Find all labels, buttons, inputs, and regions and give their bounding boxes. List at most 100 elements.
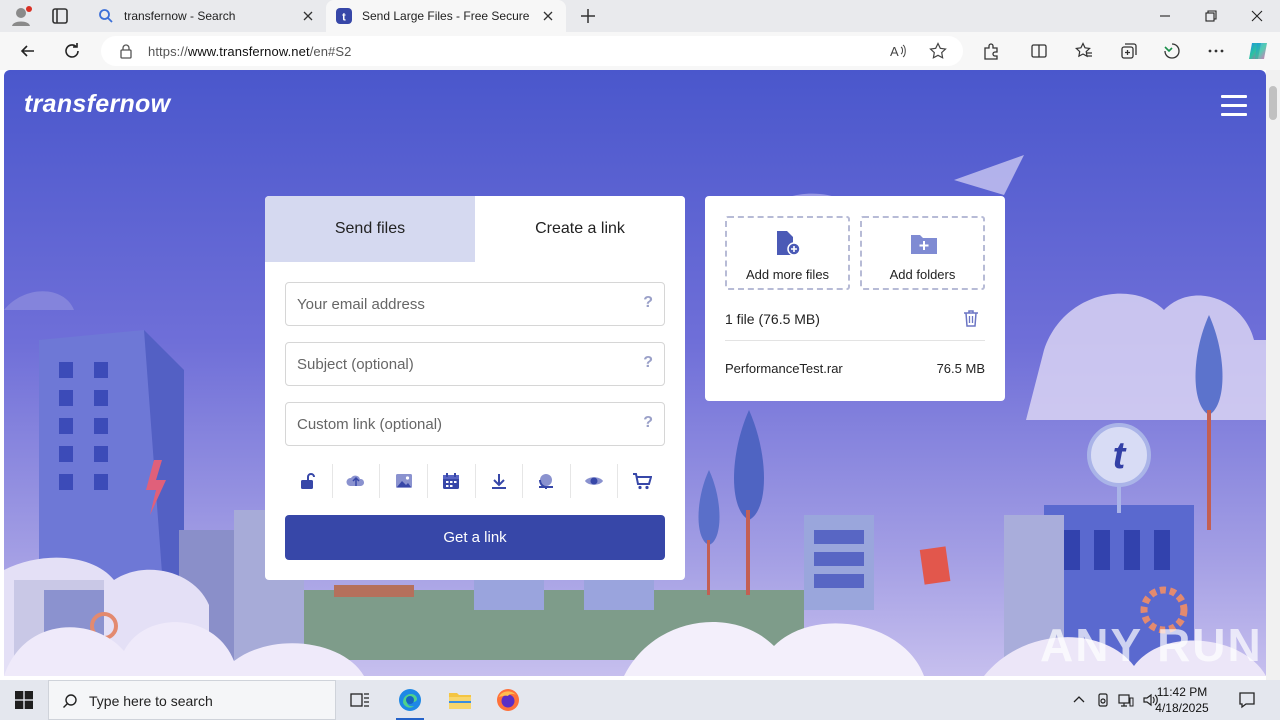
- taskbar-search-box[interactable]: Type here to search: [48, 680, 336, 720]
- show-hidden-icons-icon[interactable]: [1071, 692, 1087, 708]
- tab-label: transfernow - Search: [124, 9, 236, 23]
- firefox-icon: [497, 689, 519, 711]
- transfernow-favicon-icon: t: [336, 8, 352, 24]
- refresh-icon[interactable]: [62, 41, 82, 61]
- tab-create-link[interactable]: Create a link: [475, 196, 685, 262]
- network-icon[interactable]: [1118, 692, 1134, 708]
- notification-icon[interactable]: [1238, 691, 1256, 709]
- windows-taskbar: Type here to search 11:42 PM 4/18/2025: [0, 680, 1280, 720]
- download-limit-option[interactable]: [474, 464, 523, 498]
- divider: [725, 340, 985, 341]
- lock-icon[interactable]: [119, 43, 133, 59]
- cart-icon: [632, 473, 652, 490]
- url-bar[interactable]: https://www.transfernow.net/en#S2 A: [101, 36, 963, 66]
- eye-icon: [585, 477, 604, 485]
- add-folders-label: Add folders: [889, 267, 956, 282]
- email-field[interactable]: Your email address ?: [285, 282, 665, 326]
- favorites-icon[interactable]: [1075, 42, 1093, 60]
- subject-placeholder: Subject (optional): [297, 356, 414, 373]
- add-more-files-label: Add more files: [745, 267, 830, 282]
- more-options-icon[interactable]: [1207, 42, 1225, 60]
- add-folder-icon: [911, 235, 937, 254]
- get-link-button[interactable]: Get a link: [285, 515, 665, 560]
- search-placeholder: Type here to search: [89, 693, 213, 709]
- edge-icon: [399, 689, 421, 711]
- split-screen-icon[interactable]: [1030, 42, 1048, 60]
- tab-transfernow[interactable]: t Send Large Files - Free Secure File: [326, 0, 566, 32]
- close-window-icon[interactable]: [1249, 8, 1265, 24]
- hamburger-menu-icon[interactable]: [1221, 95, 1247, 117]
- subject-field[interactable]: Subject (optional) ?: [285, 342, 665, 386]
- taskbar-firefox[interactable]: [484, 680, 532, 720]
- help-icon[interactable]: ?: [643, 294, 653, 312]
- url-domain: www.transfernow.net: [187, 44, 310, 59]
- restore-icon[interactable]: [1203, 8, 1219, 24]
- files-panel: Add more files Add folders 1 file (76.5 …: [705, 196, 1005, 401]
- collections-icon[interactable]: [1120, 42, 1138, 60]
- language-option[interactable]: [331, 464, 380, 498]
- new-tab-icon[interactable]: [578, 6, 598, 26]
- read-aloud-icon[interactable]: A: [889, 42, 907, 60]
- search-icon: [63, 694, 77, 708]
- favorite-star-icon[interactable]: [929, 42, 947, 60]
- tab-send-files[interactable]: Send files: [265, 196, 475, 262]
- task-view-button[interactable]: [336, 680, 384, 720]
- tab-search[interactable]: transfernow - Search: [88, 0, 326, 32]
- custom-link-field[interactable]: Custom link (optional) ?: [285, 402, 665, 446]
- url-prefix: https://: [148, 44, 188, 59]
- search-icon: [99, 9, 113, 23]
- add-folders-button[interactable]: Add folders: [860, 216, 985, 290]
- back-icon[interactable]: [18, 41, 38, 61]
- folder-icon: [449, 693, 471, 709]
- preview-option[interactable]: [569, 464, 618, 498]
- file-count-summary: 1 file (76.5 MB): [725, 311, 820, 327]
- cloud-icon: [346, 475, 364, 486]
- transfer-options-bar: [285, 464, 665, 498]
- download-icon: [491, 474, 506, 489]
- close-tab-icon[interactable]: [540, 8, 556, 24]
- system-clock[interactable]: 11:42 PM 4/18/2025: [1136, 684, 1228, 716]
- trash-icon[interactable]: [961, 308, 981, 328]
- minimize-icon[interactable]: [1157, 8, 1173, 24]
- browser-tab-bar: transfernow - Search t Send Large Files …: [0, 0, 1280, 32]
- address-toolbar: https://www.transfernow.net/en#S2 A: [0, 32, 1280, 70]
- anyrun-watermark: ANY RUN: [1040, 619, 1263, 671]
- tab-actions-icon[interactable]: [48, 6, 72, 26]
- add-file-icon: [777, 231, 801, 256]
- file-size: 76.5 MB: [936, 361, 985, 376]
- profile-icon[interactable]: [10, 5, 32, 27]
- device-icon[interactable]: [1095, 692, 1111, 708]
- transfer-form-card: Send files Create a link Your email addr…: [265, 196, 685, 580]
- browser-essentials-icon[interactable]: [1163, 42, 1181, 60]
- url-path: /en#S2: [309, 44, 352, 59]
- globe-icon: [539, 474, 554, 489]
- expiration-option[interactable]: [426, 464, 475, 498]
- close-tab-icon[interactable]: [300, 8, 316, 24]
- transfer-mode-tabs: Send files Create a link: [265, 196, 685, 262]
- notification-option[interactable]: [522, 464, 570, 498]
- copilot-icon[interactable]: [1247, 40, 1269, 62]
- tab-label: Send Large Files - Free Secure File: [362, 9, 532, 23]
- task-view-icon: [350, 693, 369, 707]
- svg-text:t: t: [342, 12, 346, 24]
- customize-option[interactable]: [379, 464, 427, 498]
- help-icon[interactable]: ?: [643, 354, 653, 372]
- custom-link-placeholder: Custom link (optional): [297, 416, 443, 433]
- page-viewport: t transfernow Send files Create a link Y…: [4, 70, 1266, 676]
- page-scrollbar[interactable]: [1266, 70, 1280, 680]
- lock-icon: [301, 473, 316, 489]
- help-icon[interactable]: ?: [643, 414, 653, 432]
- clock-date: 4/18/2025: [1155, 701, 1209, 715]
- add-more-files-button[interactable]: Add more files: [725, 216, 850, 290]
- taskbar-edge[interactable]: [386, 680, 434, 720]
- url-text[interactable]: https://www.transfernow.net/en#S2: [148, 44, 352, 59]
- taskbar-file-explorer[interactable]: [436, 680, 484, 720]
- sell-option[interactable]: [617, 464, 665, 498]
- image-icon: [395, 474, 412, 488]
- clock-time: 11:42 PM: [1156, 685, 1208, 699]
- scrollbar-thumb[interactable]: [1269, 86, 1277, 120]
- extensions-icon[interactable]: [982, 42, 1000, 60]
- password-option[interactable]: [285, 464, 332, 498]
- brand-logo[interactable]: transfernow: [24, 90, 170, 119]
- start-button[interactable]: [0, 680, 48, 720]
